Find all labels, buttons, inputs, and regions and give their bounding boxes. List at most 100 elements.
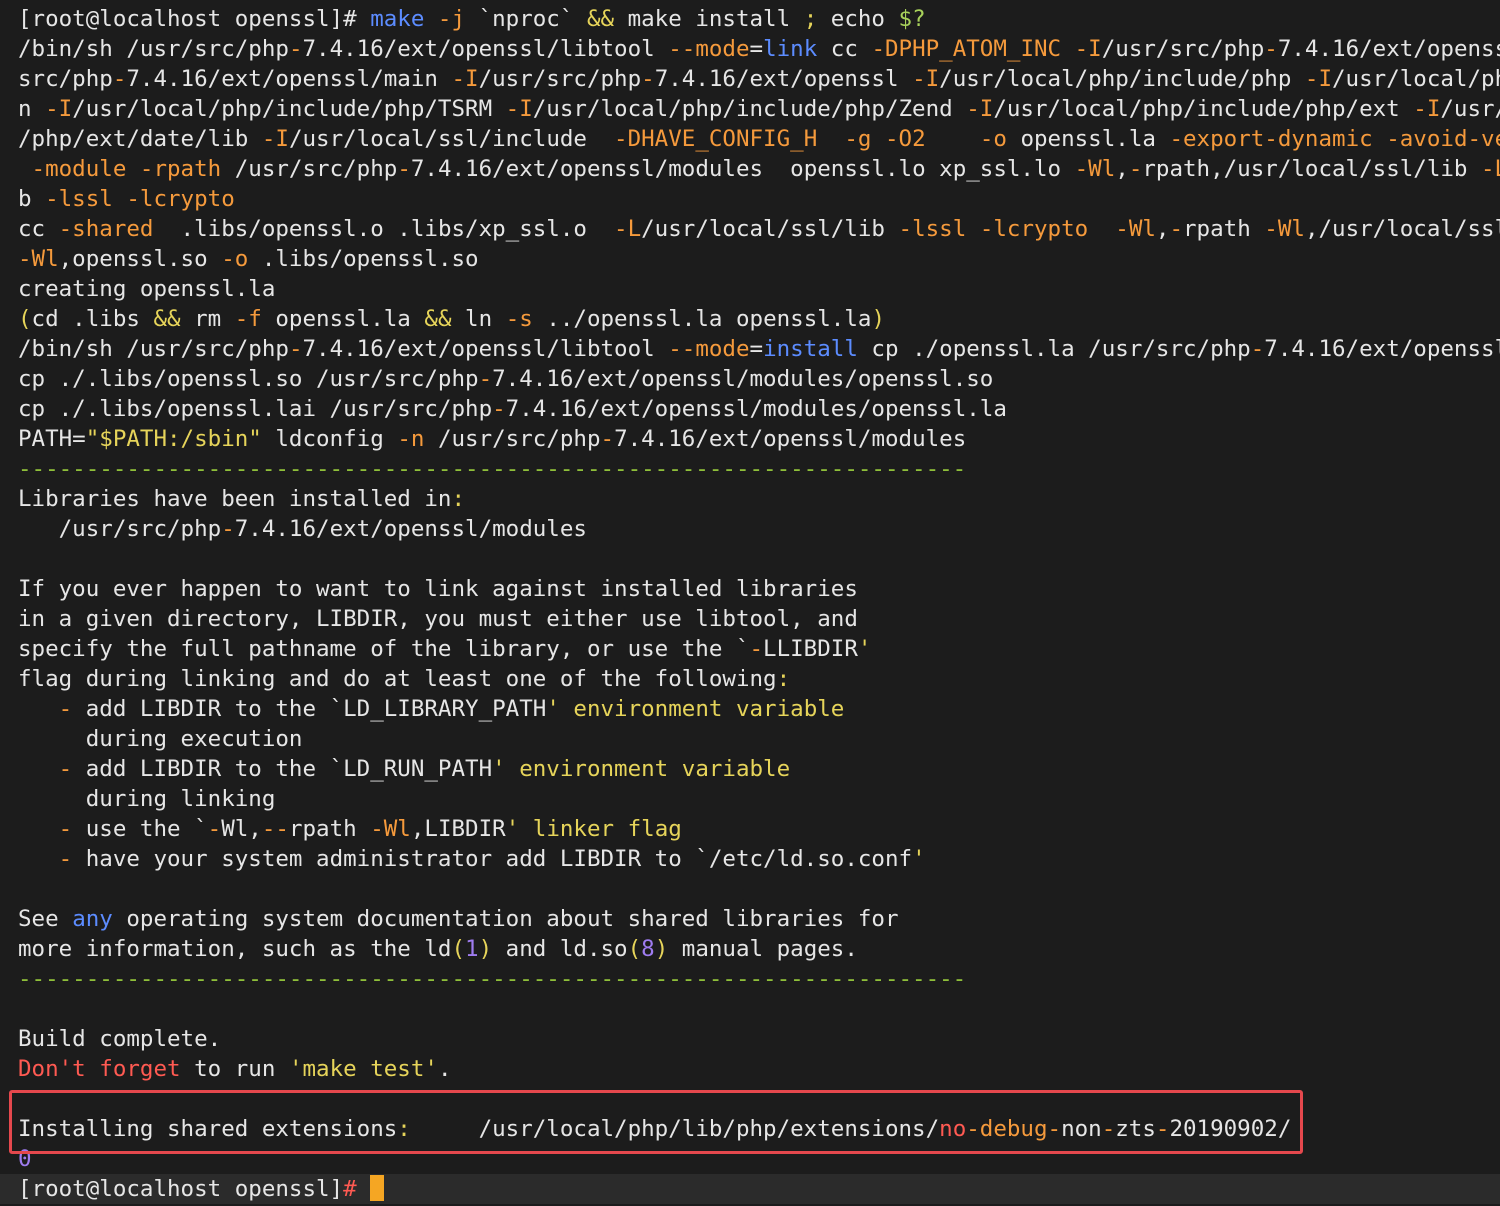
terminal-line: - use the `-Wl,--rpath -Wl,LIBDIR' linke… bbox=[18, 814, 1500, 844]
terminal-text-segment: ----------------------------------------… bbox=[18, 966, 967, 992]
terminal-text-segment: -I bbox=[966, 96, 994, 122]
terminal-window[interactable]: [root@localhost openssl]# make -j `nproc… bbox=[0, 0, 1500, 1206]
terminal-text-segment: ,LIBDIR bbox=[410, 816, 506, 842]
terminal-text-segment: = bbox=[749, 36, 764, 62]
terminal-text-segment: -I bbox=[1304, 66, 1333, 92]
terminal-text-segment: ----------------------------------------… bbox=[18, 456, 967, 482]
terminal-text-segment: Don't forget bbox=[18, 1056, 181, 1082]
terminal-text-segment: .libs/openssl.so bbox=[248, 246, 479, 272]
terminal-line: ----------------------------------------… bbox=[18, 964, 1500, 994]
terminal-text-segment: -Wl bbox=[1074, 156, 1116, 182]
terminal-line: cp ./.libs/openssl.lai /usr/src/php-7.4.… bbox=[18, 394, 1500, 424]
terminal-text-segment: -s bbox=[505, 306, 533, 332]
terminal-text-segment: - bbox=[1264, 36, 1278, 62]
terminal-output: [root@localhost openssl]# make -j `nproc… bbox=[0, 4, 1500, 1204]
terminal-text-segment: cc bbox=[817, 36, 872, 62]
terminal-text-segment: /usr/local/php/include/php/TSRM bbox=[72, 96, 506, 122]
terminal-text-segment: use the ` bbox=[72, 816, 208, 842]
terminal-text-segment: /usr/src/php bbox=[18, 516, 222, 542]
terminal-text-segment: ' environment variable bbox=[546, 696, 845, 722]
terminal-text-segment: -Wl bbox=[370, 816, 411, 842]
terminal-text-segment: specify the full pathname of the library… bbox=[18, 636, 750, 662]
terminal-text-segment: /usr/src/php bbox=[424, 426, 601, 452]
terminal-line: during linking bbox=[18, 784, 1500, 814]
terminal-text-segment: 7.4.16/ext/openss bbox=[1277, 36, 1500, 62]
terminal-text-segment: /usr/src/php bbox=[221, 156, 398, 182]
terminal-text-segment: - bbox=[749, 636, 764, 662]
terminal-text-segment: ' bbox=[912, 846, 926, 872]
terminal-line: - add LIBDIR to the `LD_LIBRARY_PATH' en… bbox=[18, 694, 1500, 724]
text-cursor[interactable] bbox=[370, 1175, 385, 1201]
terminal-line: n -I/usr/local/php/include/php/TSRM -I/u… bbox=[18, 94, 1500, 124]
terminal-line: creating openssl.la bbox=[18, 274, 1500, 304]
terminal-text-segment: -Wl bbox=[18, 246, 59, 272]
terminal-text-segment: debug bbox=[979, 1116, 1048, 1142]
terminal-text-segment: 7.4.16/ext/openssl/libtool bbox=[302, 36, 669, 62]
terminal-text-segment: PATH= bbox=[18, 426, 86, 452]
terminal-text-segment: make install bbox=[614, 6, 804, 32]
terminal-line: src/php-7.4.16/ext/openssl/main -I/usr/s… bbox=[18, 64, 1500, 94]
terminal-line: ----------------------------------------… bbox=[18, 454, 1500, 484]
terminal-text-segment: 8 bbox=[641, 936, 655, 962]
terminal-line: flag during linking and do at least one … bbox=[18, 664, 1500, 694]
terminal-text-segment: - bbox=[58, 816, 73, 842]
terminal-text-segment: ,openssl.so bbox=[58, 246, 222, 272]
terminal-text-segment: ,/usr/local/ssl bbox=[1304, 216, 1500, 242]
terminal-text-segment: -I bbox=[45, 96, 73, 122]
terminal-text-segment: link bbox=[763, 36, 818, 62]
terminal-text-segment: - bbox=[478, 366, 493, 392]
terminal-text-segment: no bbox=[939, 1116, 967, 1142]
terminal-text-segment: manual pages. bbox=[668, 936, 858, 962]
terminal-text-segment: && bbox=[424, 306, 452, 332]
terminal-text-segment: - bbox=[397, 156, 411, 182]
terminal-text-segment: 1 bbox=[465, 936, 479, 962]
terminal-text-segment: - bbox=[288, 336, 303, 362]
terminal-line: in a given directory, LIBDIR, you must e… bbox=[18, 604, 1500, 634]
terminal-text-segment: 7.4.16/ext/openssl bbox=[654, 66, 913, 92]
terminal-line: cp ./.libs/openssl.so /usr/src/php-7.4.1… bbox=[18, 364, 1500, 394]
terminal-text-segment: $? bbox=[898, 6, 926, 32]
terminal-line: See any operating system documentation a… bbox=[18, 904, 1500, 934]
terminal-text-segment: /usr/local/php/include/php/Zend bbox=[532, 96, 967, 122]
terminal-text-segment: -DHAVE_CONFIG_H bbox=[614, 126, 818, 152]
terminal-text-segment: - bbox=[58, 846, 73, 872]
terminal-text-segment: to run bbox=[180, 1056, 289, 1082]
terminal-text-segment: 7.4.16/ext/openssl/modules/openssl.la bbox=[505, 396, 1007, 422]
terminal-text-segment: Build complete. bbox=[18, 1026, 222, 1052]
terminal-line: Build complete. bbox=[18, 1024, 1500, 1054]
terminal-text-segment: more information, such as the ld bbox=[18, 936, 452, 962]
terminal-text-segment: LLIBDIR bbox=[763, 636, 858, 662]
terminal-text-segment: -I bbox=[261, 126, 289, 152]
terminal-text-segment: ln bbox=[451, 306, 506, 332]
terminal-line: -module -rpath /usr/src/php-7.4.16/ext/o… bbox=[18, 154, 1500, 184]
terminal-line: /usr/src/php-7.4.16/ext/openssl/modules bbox=[18, 514, 1500, 544]
terminal-text-segment: -lssl bbox=[898, 216, 967, 242]
terminal-text-segment: = bbox=[749, 336, 764, 362]
terminal-text-segment: -avoid-ve bbox=[1386, 126, 1500, 152]
terminal-text-segment: cd .libs bbox=[31, 306, 154, 332]
terminal-text-segment: -L bbox=[614, 216, 642, 242]
terminal-text-segment: -- bbox=[261, 816, 289, 842]
terminal-text-segment: openssl.la bbox=[1006, 126, 1170, 152]
terminal-text-segment: : bbox=[451, 486, 466, 512]
terminal-text-segment: have your system administrator add LIBDI… bbox=[72, 846, 913, 872]
terminal-text-segment: rpath bbox=[288, 816, 371, 842]
terminal-text-segment: make bbox=[370, 6, 425, 32]
terminal-text-segment: -lssl bbox=[45, 186, 113, 212]
terminal-text-segment: 7.4.16/ext/openssl/libtool bbox=[302, 336, 669, 362]
terminal-text-segment: - bbox=[1169, 216, 1184, 242]
terminal-line: If you ever happen to want to link again… bbox=[18, 574, 1500, 604]
terminal-text-segment: - bbox=[492, 396, 506, 422]
terminal-line: /php/ext/date/lib -I/usr/local/ssl/inclu… bbox=[18, 124, 1500, 154]
terminal-text-segment: - bbox=[58, 756, 73, 782]
terminal-text-segment: Libraries have been installed in bbox=[18, 486, 452, 512]
terminal-line: during execution bbox=[18, 724, 1500, 754]
terminal-text-segment: echo bbox=[817, 6, 899, 32]
